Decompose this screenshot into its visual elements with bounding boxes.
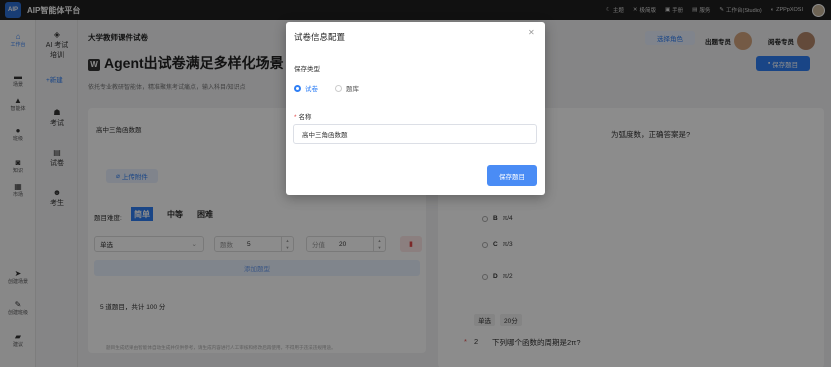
radio-icon (294, 84, 301, 92)
save-type-paper-radio[interactable]: 试卷 (294, 83, 318, 93)
name-input[interactable] (293, 124, 537, 144)
close-icon[interactable]: ✕ (528, 28, 535, 37)
radio-icon (335, 84, 342, 92)
dialog-title: 试卷信息配置 (294, 32, 346, 42)
paper-config-dialog: 试卷信息配置 ✕ 保存类型 试卷 题库 *名称 保存题目 (286, 22, 545, 195)
save-type-label: 保存类型 (294, 66, 320, 73)
dialog-save-button[interactable]: 保存题目 (487, 165, 537, 186)
name-label: * 名称 (294, 114, 312, 121)
save-type-bank-radio[interactable]: 题库 (335, 83, 359, 93)
